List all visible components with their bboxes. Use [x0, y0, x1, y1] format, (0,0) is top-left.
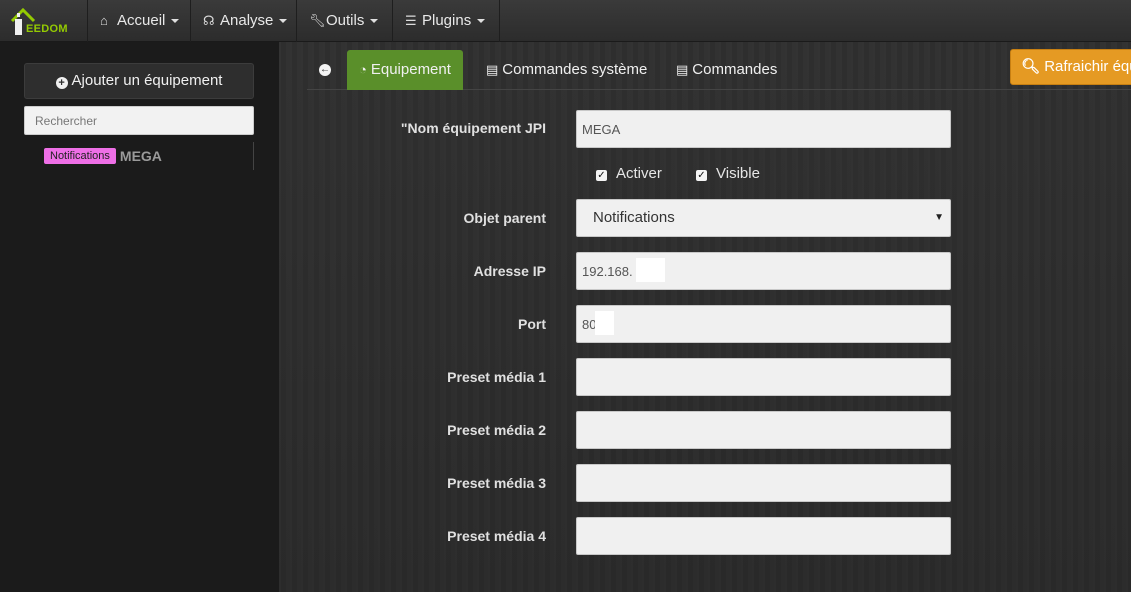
equipment-name-input[interactable] [576, 110, 951, 148]
preset1-input[interactable] [576, 358, 951, 396]
caret-down-icon [171, 19, 180, 24]
port-field-wrapper [576, 305, 951, 343]
caret-down-icon [279, 19, 288, 24]
nav-accueil[interactable]: ⌂ Accueil [88, 0, 191, 42]
nav-plugins-label: Plugins [422, 12, 472, 29]
jeedom-logo[interactable]: EEDOM [0, 0, 88, 42]
add-equipment-button[interactable]: + Ajouter un équipement [24, 63, 254, 99]
nav-plugins[interactable]: ☰ Plugins [393, 0, 500, 42]
refresh-label: Rafraichir équ [1044, 58, 1131, 75]
visible-label: Visible [716, 165, 760, 182]
checkmark-icon: ✓ [596, 170, 607, 181]
nav-analyse[interactable]: ☊ Analyse [191, 0, 297, 42]
top-navbar: EEDOM ⌂ Accueil ☊ Analyse 🔧︎Outils ☰ Plugin… [0, 0, 1131, 42]
port-label: Port [518, 316, 546, 332]
arrow-left-circle-icon: ← [319, 63, 331, 76]
nav-accueil-label: Accueil [117, 12, 166, 29]
main-panel: ← ◔ Equipement ▤ Commandes système ▤ Comman… [279, 42, 1131, 592]
port-input[interactable] [576, 305, 951, 343]
ip-field-wrapper [576, 252, 951, 290]
tab-bar: ← ◔ Equipement ▤ Commandes système ▤ Comman… [307, 50, 1131, 90]
tab-equipement-label: Equipement [370, 61, 451, 78]
preset4-label: Preset média 4 [447, 528, 546, 544]
wrench-icon: 🔧︎ [309, 13, 326, 28]
equipment-list-item[interactable]: Notifications MEGA [44, 147, 162, 167]
redaction-mask [636, 258, 665, 282]
tab-equipement[interactable]: ◔ Equipement [347, 50, 463, 90]
list-alt-icon: ▤ [676, 62, 689, 77]
refresh-equipment-button[interactable]: 🔍︎ Rafraichir équ [1010, 49, 1131, 85]
logo-text: EEDOM [26, 23, 68, 35]
home-icon: ⌂ [100, 13, 108, 28]
caret-down-icon [477, 19, 486, 24]
add-equipment-label: Ajouter un équipement [71, 72, 223, 89]
preset3-label: Preset média 3 [447, 475, 546, 491]
parent-label: Objet parent [463, 210, 546, 226]
tab-commandes-label: Commandes [692, 61, 778, 78]
tasks-icon: ☰ [405, 13, 417, 28]
preset2-input[interactable] [576, 411, 951, 449]
preset3-input[interactable] [576, 464, 951, 502]
ip-label: Adresse IP [473, 263, 546, 279]
tab-commandes[interactable]: ▤ Commandes [664, 50, 789, 90]
preset4-input[interactable] [576, 517, 951, 555]
checkmark-icon: ✓ [696, 170, 707, 181]
caret-down-icon: ▼ [934, 212, 944, 223]
stethoscope-icon: ☊ [203, 13, 215, 28]
nav-outils[interactable]: 🔧︎Outils [297, 0, 393, 42]
caret-down-icon [370, 19, 379, 24]
redaction-mask [595, 311, 614, 335]
ip-address-input[interactable] [576, 252, 951, 290]
visible-checkbox[interactable]: ✓ Visible [696, 164, 760, 184]
preset2-label: Preset média 2 [447, 422, 546, 438]
parent-object-select[interactable]: Notifications ▼ [576, 199, 951, 237]
enable-checkbox[interactable]: ✓ Activer [596, 164, 662, 184]
object-badge: Notifications [44, 147, 116, 164]
nav-outils-label: Outils [326, 12, 365, 29]
search-input[interactable] [24, 106, 254, 135]
nav-analyse-label: Analyse [220, 12, 274, 29]
list-alt-icon: ▤ [486, 62, 499, 77]
tab-commandes-systeme[interactable]: ▤ Commandes système [474, 50, 659, 90]
preset1-label: Preset média 1 [447, 369, 546, 385]
sidebar-divider [253, 142, 254, 170]
equipment-name: MEGA [119, 147, 162, 164]
tab-commandes-systeme-label: Commandes système [502, 61, 648, 78]
name-label: "Nom équipement JPI [400, 120, 546, 136]
enable-label: Activer [616, 165, 662, 182]
search-icon: 🔍︎ [1021, 58, 1041, 75]
tachometer-icon: ◔ [359, 62, 367, 77]
plus-circle-icon: + [55, 77, 68, 89]
equipment-sidebar: +Ajouter un équipement NotificationsMEGA [0, 42, 279, 592]
parent-object-value: Notifications [593, 209, 675, 226]
back-button[interactable]: ← [307, 50, 343, 90]
